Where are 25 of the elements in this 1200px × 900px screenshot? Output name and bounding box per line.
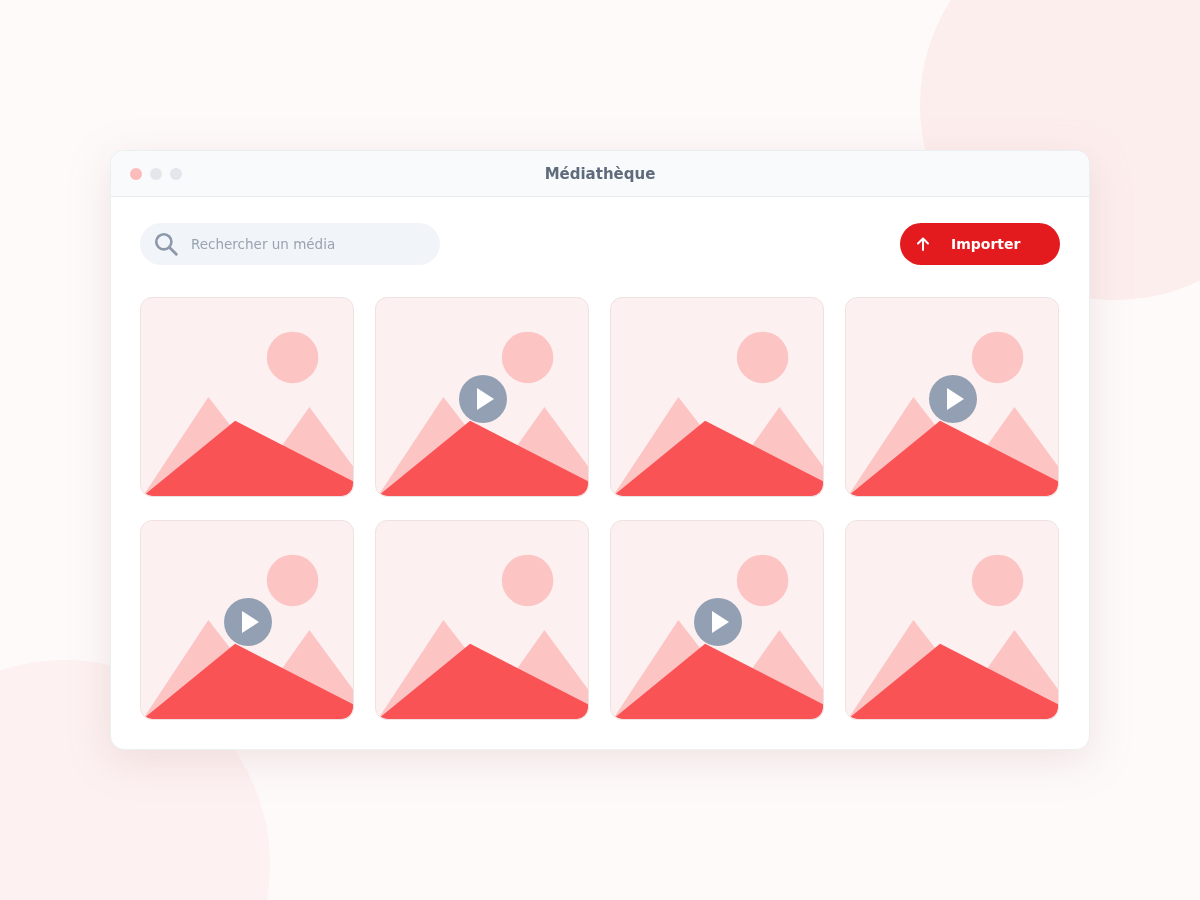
media-tile[interactable] [375, 297, 589, 497]
sun [501, 331, 554, 384]
media-tile[interactable] [845, 520, 1059, 720]
sun [971, 331, 1024, 384]
play-icon[interactable] [929, 375, 977, 423]
media-tile[interactable] [610, 520, 824, 720]
sun [266, 331, 319, 384]
media-tile[interactable] [845, 297, 1059, 497]
media-tile[interactable] [610, 297, 824, 497]
sun [501, 554, 554, 607]
close-button[interactable] [130, 167, 142, 180]
play-icon[interactable] [694, 598, 742, 646]
upload-arrow-icon [915, 236, 931, 252]
media-tile[interactable] [140, 520, 354, 720]
media-tile[interactable] [375, 520, 589, 720]
media-tile[interactable] [140, 297, 354, 497]
window-title: Médiathèque [544, 164, 656, 183]
sun [736, 331, 789, 384]
sun [971, 554, 1024, 607]
import-button[interactable]: Importer [900, 223, 1060, 265]
play-icon[interactable] [224, 598, 272, 646]
sun [736, 554, 789, 607]
search-field[interactable]: Rechercher un média [140, 223, 440, 265]
sun [266, 554, 319, 607]
play-icon[interactable] [459, 375, 507, 423]
